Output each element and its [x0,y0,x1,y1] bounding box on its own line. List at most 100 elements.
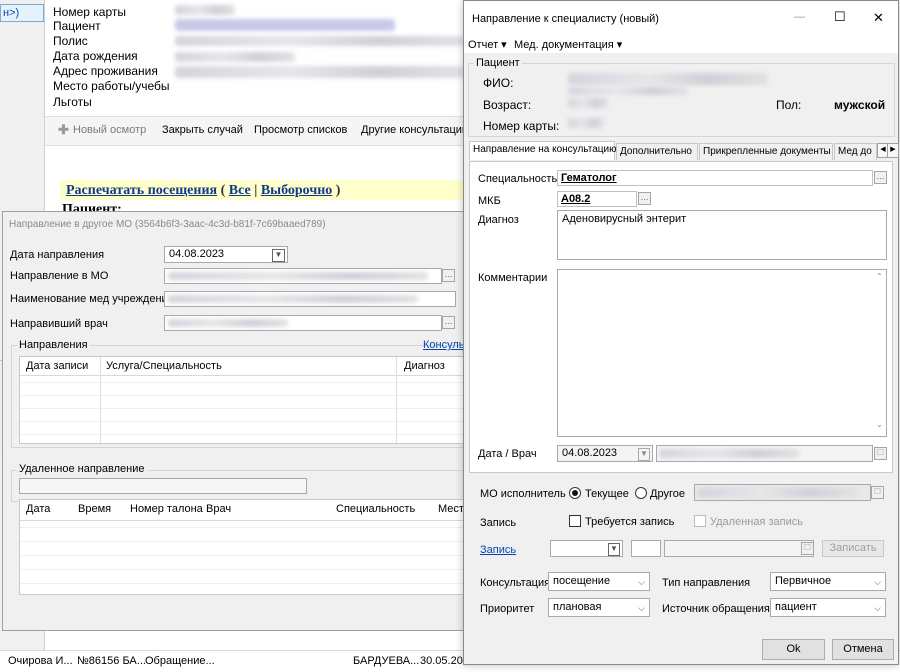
datedoc-picker[interactable]: 04.08.2023 ▼ [557,445,653,462]
need-record-checkbox[interactable] [569,515,581,527]
mkb-select-button[interactable]: … [638,192,651,205]
spec-dialog: Направление к специалисту (новый) — ☐ ✕ … [463,0,899,665]
source-label: Источник обращения [662,603,770,615]
menu-meddoc[interactable]: Мед. документация ▾ [514,38,622,51]
ok-button[interactable]: Ok [762,639,825,660]
col-record-date[interactable]: Дата записи [26,360,88,372]
mo-dialog-title: Направление в другое МО (3564b6f3-3aac-4… [9,219,326,230]
tab-scroll-right-icon[interactable]: ▶ [887,143,899,158]
mo-label: Направление в МО [10,270,109,282]
print-select-link[interactable]: Выборочно [261,183,332,198]
spec-dialog-title: Направление к специалисту (новый) [472,13,659,25]
datedoc-doctor-field[interactable] [656,445,873,462]
chevron-down-icon[interactable]: ▼ [638,448,650,461]
radio-current[interactable] [569,487,581,499]
chevron-down-icon[interactable]: ⌵ [638,574,645,591]
radio-other[interactable] [635,487,647,499]
mo-field[interactable] [164,268,442,284]
comment-textarea[interactable] [557,269,887,437]
dir-type-select[interactable]: Первичное ⌵ [770,572,886,591]
close-case-button[interactable]: Закрыть случай [162,124,243,136]
label-card: Номер карты [53,5,126,19]
new-exam-button[interactable]: Новый осмотр [73,124,146,136]
view-lists-button[interactable]: Просмотр списков [254,124,347,136]
mo-exec-select-button[interactable]: ☐ [871,486,884,499]
chevron-down-icon[interactable]: ⌵ [874,600,881,617]
consult-type-select[interactable]: посещение ⌵ [548,572,650,591]
chevron-down-icon[interactable]: ⌵ [638,600,645,617]
record-submit-button[interactable]: Записать [822,540,884,557]
mo-select-button[interactable]: … [442,269,455,282]
mkb-field[interactable]: A08.2 [557,191,637,207]
chevron-down-icon[interactable]: ▼ [608,543,620,556]
plus-icon: ✚ [58,122,69,137]
minimize-icon[interactable]: — [794,11,805,23]
fio-redacted [568,87,688,95]
chevron-down-icon[interactable]: ⌵ [874,574,881,591]
cancel-button[interactable]: Отмена [832,639,894,660]
menu-report[interactable]: Отчет ▾ [468,38,507,51]
col-doctor[interactable]: Врач [206,503,231,515]
sex-label: Пол: [776,98,802,112]
consult-link[interactable]: Консульт [423,339,469,351]
specialty-select-button[interactable]: … [874,171,887,184]
left-nav-button[interactable]: н>) [0,4,44,22]
print-all-link[interactable]: Все [229,183,251,198]
specialty-field[interactable]: Гематолог [557,170,873,186]
diagnosis-label: Диагноз [478,214,519,226]
remote-record-checkbox[interactable] [694,515,706,527]
removed-group-title: Удаленное направление [17,463,147,475]
col-service[interactable]: Услуга/Специальность [106,360,222,372]
need-record-label[interactable]: Требуется запись [585,516,674,528]
med-field[interactable] [164,291,456,307]
radio-other-label[interactable]: Другое [650,488,685,500]
tab-consultation[interactable]: Направление на консультацию [469,141,617,160]
grid-col-divider [100,357,101,443]
record-link[interactable]: Запись [480,544,516,556]
label-policy: Полис [53,34,88,48]
maximize-icon[interactable]: ☐ [834,9,846,25]
remote-record-label: Удаленная запись [710,516,803,528]
tab-additional[interactable]: Дополнительно [616,143,698,160]
row-doctor: БАРДУЕВА... [353,655,420,667]
talons-grid-header: Дата Время Номер талона Врач Специальнос… [20,500,470,521]
record-select[interactable]: ▼ [550,540,623,557]
priority-label: Приоритет [480,603,535,615]
card-redacted [568,118,604,128]
col-talon[interactable]: Номер талона [130,503,203,515]
col-diagnosis[interactable]: Диагноз [404,360,445,372]
chevron-up-icon[interactable]: ⌃ [876,272,883,281]
record-doctor-select-button[interactable]: ☐ [801,542,814,555]
doctor-select-button[interactable]: … [442,316,455,329]
print-visits-link[interactable]: Распечатать посещения [66,183,217,198]
col-specialty[interactable]: Специальность [336,503,415,515]
removed-field [19,478,307,494]
datedoc-value: 04.08.2023 [562,447,618,459]
tab-med-doc[interactable]: Мед до [834,143,877,160]
radio-current-label[interactable]: Текущее [585,488,629,500]
diagnosis-textarea[interactable]: Аденовирусный энтерит [557,210,887,260]
doctor-field[interactable] [164,315,442,331]
mo-exec-field[interactable] [694,484,871,501]
print-links: Распечатать посещения ( Все | Выборочно … [66,183,340,199]
close-icon[interactable]: ✕ [873,10,884,26]
mo-dialog: Направление в другое МО (3564b6f3-3aac-4… [2,211,470,631]
grid-col-divider [396,357,397,443]
col-time[interactable]: Время [78,503,111,515]
tab-content: Специальность Гематолог … МКБ A08.2 … Ди… [469,161,893,473]
tab-attached-docs[interactable]: Прикрепленные документы [699,143,833,160]
mo-date-picker[interactable]: 04.08.2023 ▼ [164,246,288,263]
priority-select[interactable]: плановая ⌵ [548,598,650,617]
comment-scrollbar[interactable]: ⌃ ⌄ [873,270,886,436]
record-doctor-field[interactable] [664,540,814,557]
record-time-field[interactable] [631,540,661,557]
other-consult-button[interactable]: Другие консультации [361,124,468,136]
datedoc-select-button[interactable]: ☐ [874,447,887,460]
talons-grid: Дата Время Номер талона Врач Специальнос… [19,499,470,595]
chevron-down-icon[interactable]: ⌄ [876,420,883,429]
source-select[interactable]: пациент ⌵ [770,598,886,617]
chevron-down-icon[interactable]: ▼ [272,249,285,262]
label-birthdate: Дата рождения [53,49,138,63]
sex-value: мужской [834,98,886,112]
col-date[interactable]: Дата [26,503,50,515]
